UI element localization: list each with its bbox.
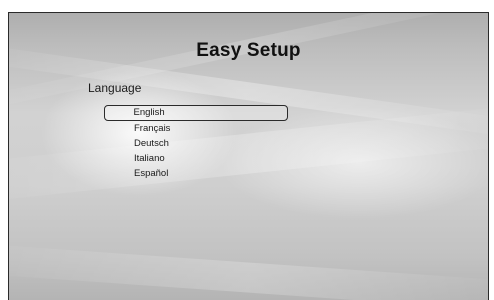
language-option-italiano[interactable]: Italiano [104,151,288,166]
language-option-espanol[interactable]: Español [104,166,288,181]
language-option-deutsch[interactable]: Deutsch [104,136,288,151]
language-option-francais[interactable]: Français [104,121,288,136]
page-title: Easy Setup [196,40,301,61]
language-section-label: Language [88,81,142,95]
background-light-streak [9,13,488,117]
language-option-english[interactable]: English [104,105,288,121]
background-light-streak [9,243,488,300]
language-list: English Français Deutsch Italiano Españo… [104,105,288,181]
setup-screen: Easy Setup Language English Français Deu… [8,12,489,300]
